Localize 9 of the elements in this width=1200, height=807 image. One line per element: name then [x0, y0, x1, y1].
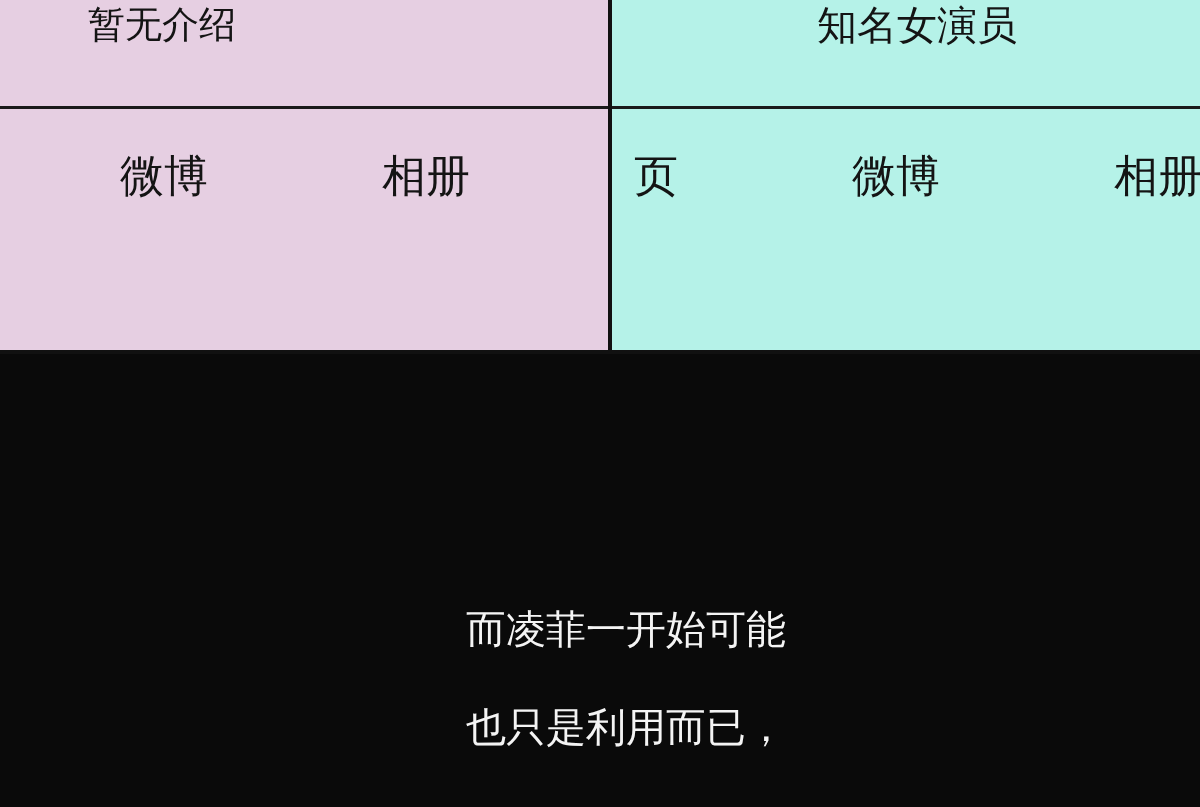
profile-link[interactable]: 微博: [852, 146, 940, 206]
profile-link[interactable]: 页: [634, 146, 678, 206]
profile-description: 暂无介绍: [88, 2, 236, 48]
profile-link[interactable]: 微博: [120, 146, 208, 206]
profile-link[interactable]: 相册: [382, 146, 470, 206]
caption-text: 而凌菲一开始可能: [466, 605, 786, 654]
profile-link[interactable]: 相册: [1114, 146, 1200, 206]
caption-text: 也只是利用而已，: [466, 703, 786, 752]
profile-description: 知名女演员: [817, 1, 1017, 50]
